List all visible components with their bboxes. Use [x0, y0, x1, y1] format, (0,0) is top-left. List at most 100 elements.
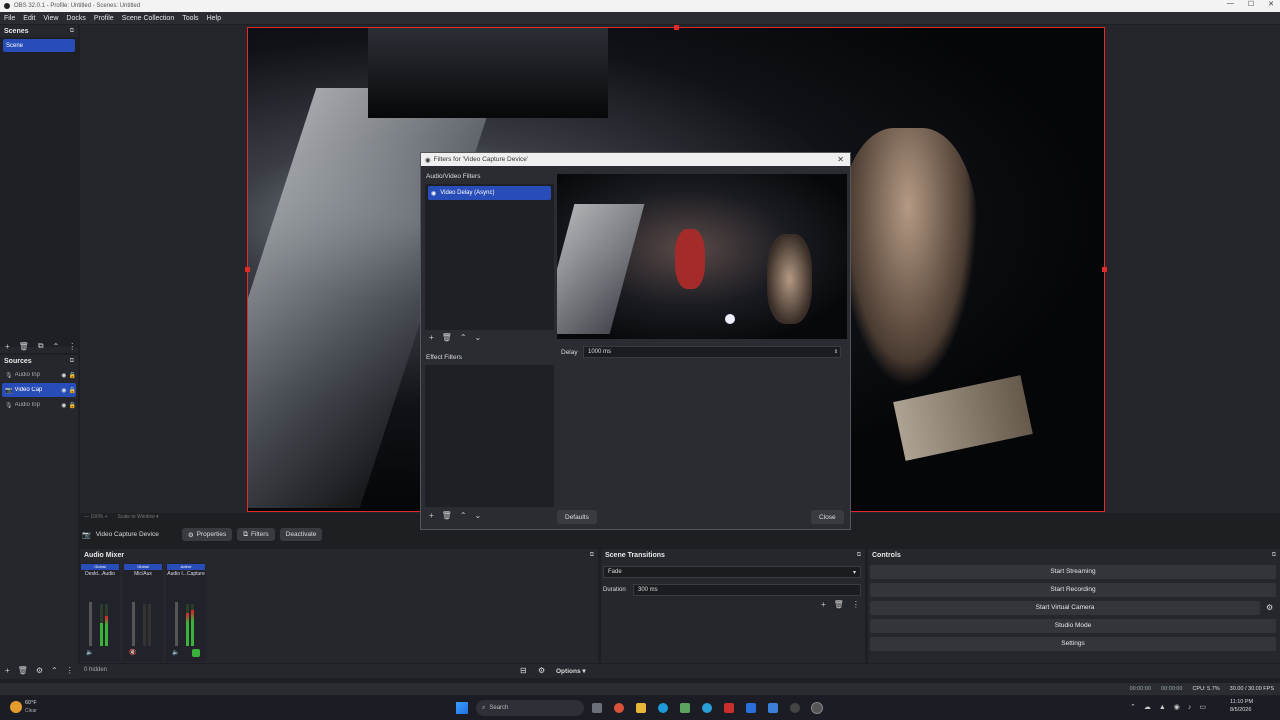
start-virtual-camera-button[interactable]: Start Virtual Camera: [870, 601, 1260, 615]
edge-icon[interactable]: [658, 703, 668, 713]
menu-tools[interactable]: Tools: [182, 15, 198, 22]
menu-file[interactable]: File: [4, 15, 15, 22]
clock-date[interactable]: 8/5/2026: [1230, 707, 1251, 713]
virtual-camera-settings-icon[interactable]: ⚙: [1266, 603, 1273, 612]
maximize-button[interactable]: ☐: [1248, 0, 1254, 8]
settings-button[interactable]: Settings: [870, 637, 1276, 651]
volume-slider[interactable]: [132, 602, 135, 646]
app-icon[interactable]: [746, 703, 756, 713]
remove-filter-icon[interactable]: 🗑: [442, 333, 452, 342]
speaker-icon[interactable]: 🔈: [86, 649, 93, 656]
monitor-icon[interactable]: [192, 649, 200, 657]
undock-icon[interactable]: ⧉: [590, 552, 594, 559]
speaker-icon[interactable]: 🔈: [172, 649, 179, 656]
channel-name[interactable]: Mic/Aux: [123, 571, 163, 577]
file-explorer-icon[interactable]: [636, 703, 646, 713]
visibility-icon[interactable]: ◉: [61, 372, 66, 379]
muted-mic-icon[interactable]: 🔇: [129, 649, 136, 656]
remove-scene-icon[interactable]: 🗑: [19, 342, 29, 351]
undock-icon[interactable]: ⧉: [70, 358, 74, 365]
scene-item[interactable]: Scene: [3, 39, 75, 52]
add-transition-icon[interactable]: +: [821, 600, 826, 609]
undock-icon[interactable]: ⧉: [857, 552, 861, 559]
filters-button[interactable]: ⧉ Filters: [237, 528, 275, 541]
visibility-icon[interactable]: ◉: [61, 387, 66, 394]
move-up-icon[interactable]: ⌃: [460, 511, 467, 520]
add-filter-icon[interactable]: +: [429, 333, 434, 342]
fps-readout: 30.00 / 30.00 FPS: [1229, 686, 1274, 692]
more-icon[interactable]: ⋮: [68, 342, 76, 351]
lock-icon[interactable]: 🔒: [69, 372, 76, 379]
mixer-layout-icon[interactable]: ⊟: [520, 666, 527, 675]
mail-icon[interactable]: [768, 703, 778, 713]
menu-help[interactable]: Help: [207, 15, 221, 22]
volume-slider[interactable]: [175, 602, 178, 646]
remove-transition-icon[interactable]: 🗑: [834, 600, 844, 609]
obs-taskbar-icon[interactable]: [811, 702, 823, 714]
lock-icon[interactable]: 🔒: [69, 402, 76, 409]
move-down-icon[interactable]: ⌄: [475, 511, 482, 520]
minimize-button[interactable]: —: [1227, 0, 1234, 8]
add-scene-icon[interactable]: +: [5, 342, 10, 351]
app-icon[interactable]: [724, 703, 734, 713]
defaults-button[interactable]: Defaults: [557, 510, 597, 524]
visibility-icon[interactable]: ◉: [431, 190, 436, 197]
menu-view[interactable]: View: [43, 15, 58, 22]
scale-to-window[interactable]: Scale to Window ▾: [118, 514, 159, 520]
properties-button[interactable]: ⚙ Properties: [181, 528, 233, 541]
lock-icon[interactable]: 🔒: [69, 387, 76, 394]
clock-time[interactable]: 11:10 PM: [1230, 699, 1253, 705]
chrome-icon[interactable]: [614, 703, 624, 713]
remove-filter-icon[interactable]: 🗑: [442, 511, 452, 520]
store-icon[interactable]: [680, 703, 690, 713]
mixer-options-button[interactable]: Options ▾: [556, 667, 586, 675]
visibility-icon[interactable]: ◉: [61, 402, 66, 409]
duration-input[interactable]: 300 ms: [633, 584, 861, 596]
menu-docks[interactable]: Docks: [66, 15, 85, 22]
source-settings-icon[interactable]: ⚙: [36, 666, 43, 675]
spinner-icon[interactable]: ⇕: [834, 349, 838, 355]
add-source-icon[interactable]: +: [5, 666, 10, 675]
source-item[interactable]: 🎙 Audio Inp ◉ 🔒: [2, 368, 76, 382]
menu-scene-collection[interactable]: Scene Collection: [122, 15, 175, 22]
undock-icon[interactable]: ⧉: [1272, 552, 1276, 559]
start-button[interactable]: [456, 702, 468, 714]
close-dialog-icon[interactable]: ✕: [837, 155, 844, 164]
channel-name[interactable]: Deskt...Audio: [80, 571, 120, 577]
task-view-icon[interactable]: [592, 703, 602, 713]
filter-item[interactable]: ◉ Video Delay (Async): [428, 186, 551, 200]
resize-handle[interactable]: [674, 25, 679, 30]
move-down-icon[interactable]: ⌄: [475, 333, 482, 342]
transition-select[interactable]: Fade ▾: [603, 566, 861, 578]
source-item[interactable]: 🎙 Audio Inp ◉ 🔒: [2, 398, 76, 412]
zoom-control[interactable]: — 100% +: [84, 514, 108, 520]
move-up-icon[interactable]: ⌃: [53, 342, 60, 351]
move-up-icon[interactable]: ⌃: [51, 666, 58, 675]
more-icon[interactable]: ⋮: [66, 666, 74, 675]
menu-edit[interactable]: Edit: [23, 15, 35, 22]
delay-input[interactable]: 1000 ms ⇕: [583, 346, 841, 358]
studio-mode-button[interactable]: Studio Mode: [870, 619, 1276, 633]
more-icon[interactable]: ⋮: [852, 600, 860, 609]
add-filter-icon[interactable]: +: [429, 511, 434, 520]
advanced-audio-icon[interactable]: ⚙: [538, 666, 545, 675]
volume-slider[interactable]: [89, 602, 92, 646]
system-tray-icons[interactable]: ⌃☁▲◉♪▭: [1130, 703, 1214, 711]
close-window-button[interactable]: ✕: [1268, 0, 1274, 8]
undock-icon[interactable]: ⧉: [70, 28, 74, 35]
resize-handle[interactable]: [1102, 267, 1107, 272]
close-dialog-button[interactable]: Close: [811, 510, 844, 524]
deactivate-button[interactable]: Deactivate: [279, 528, 323, 541]
start-recording-button[interactable]: Start Recording: [870, 583, 1276, 597]
media-icon[interactable]: [790, 703, 800, 713]
move-up-icon[interactable]: ⌃: [460, 333, 467, 342]
channel-name[interactable]: Audio I...Capture: [166, 571, 206, 577]
scene-filter-icon[interactable]: ⧉: [38, 341, 44, 351]
menu-profile[interactable]: Profile: [94, 15, 114, 22]
taskbar-search[interactable]: ⌕ Search: [476, 700, 584, 716]
resize-handle[interactable]: [245, 267, 250, 272]
start-streaming-button[interactable]: Start Streaming: [870, 565, 1276, 579]
remove-source-icon[interactable]: 🗑: [18, 666, 28, 675]
source-item[interactable]: 📷 Video Cap ◉ 🔒: [2, 383, 76, 397]
help-icon[interactable]: [702, 703, 712, 713]
